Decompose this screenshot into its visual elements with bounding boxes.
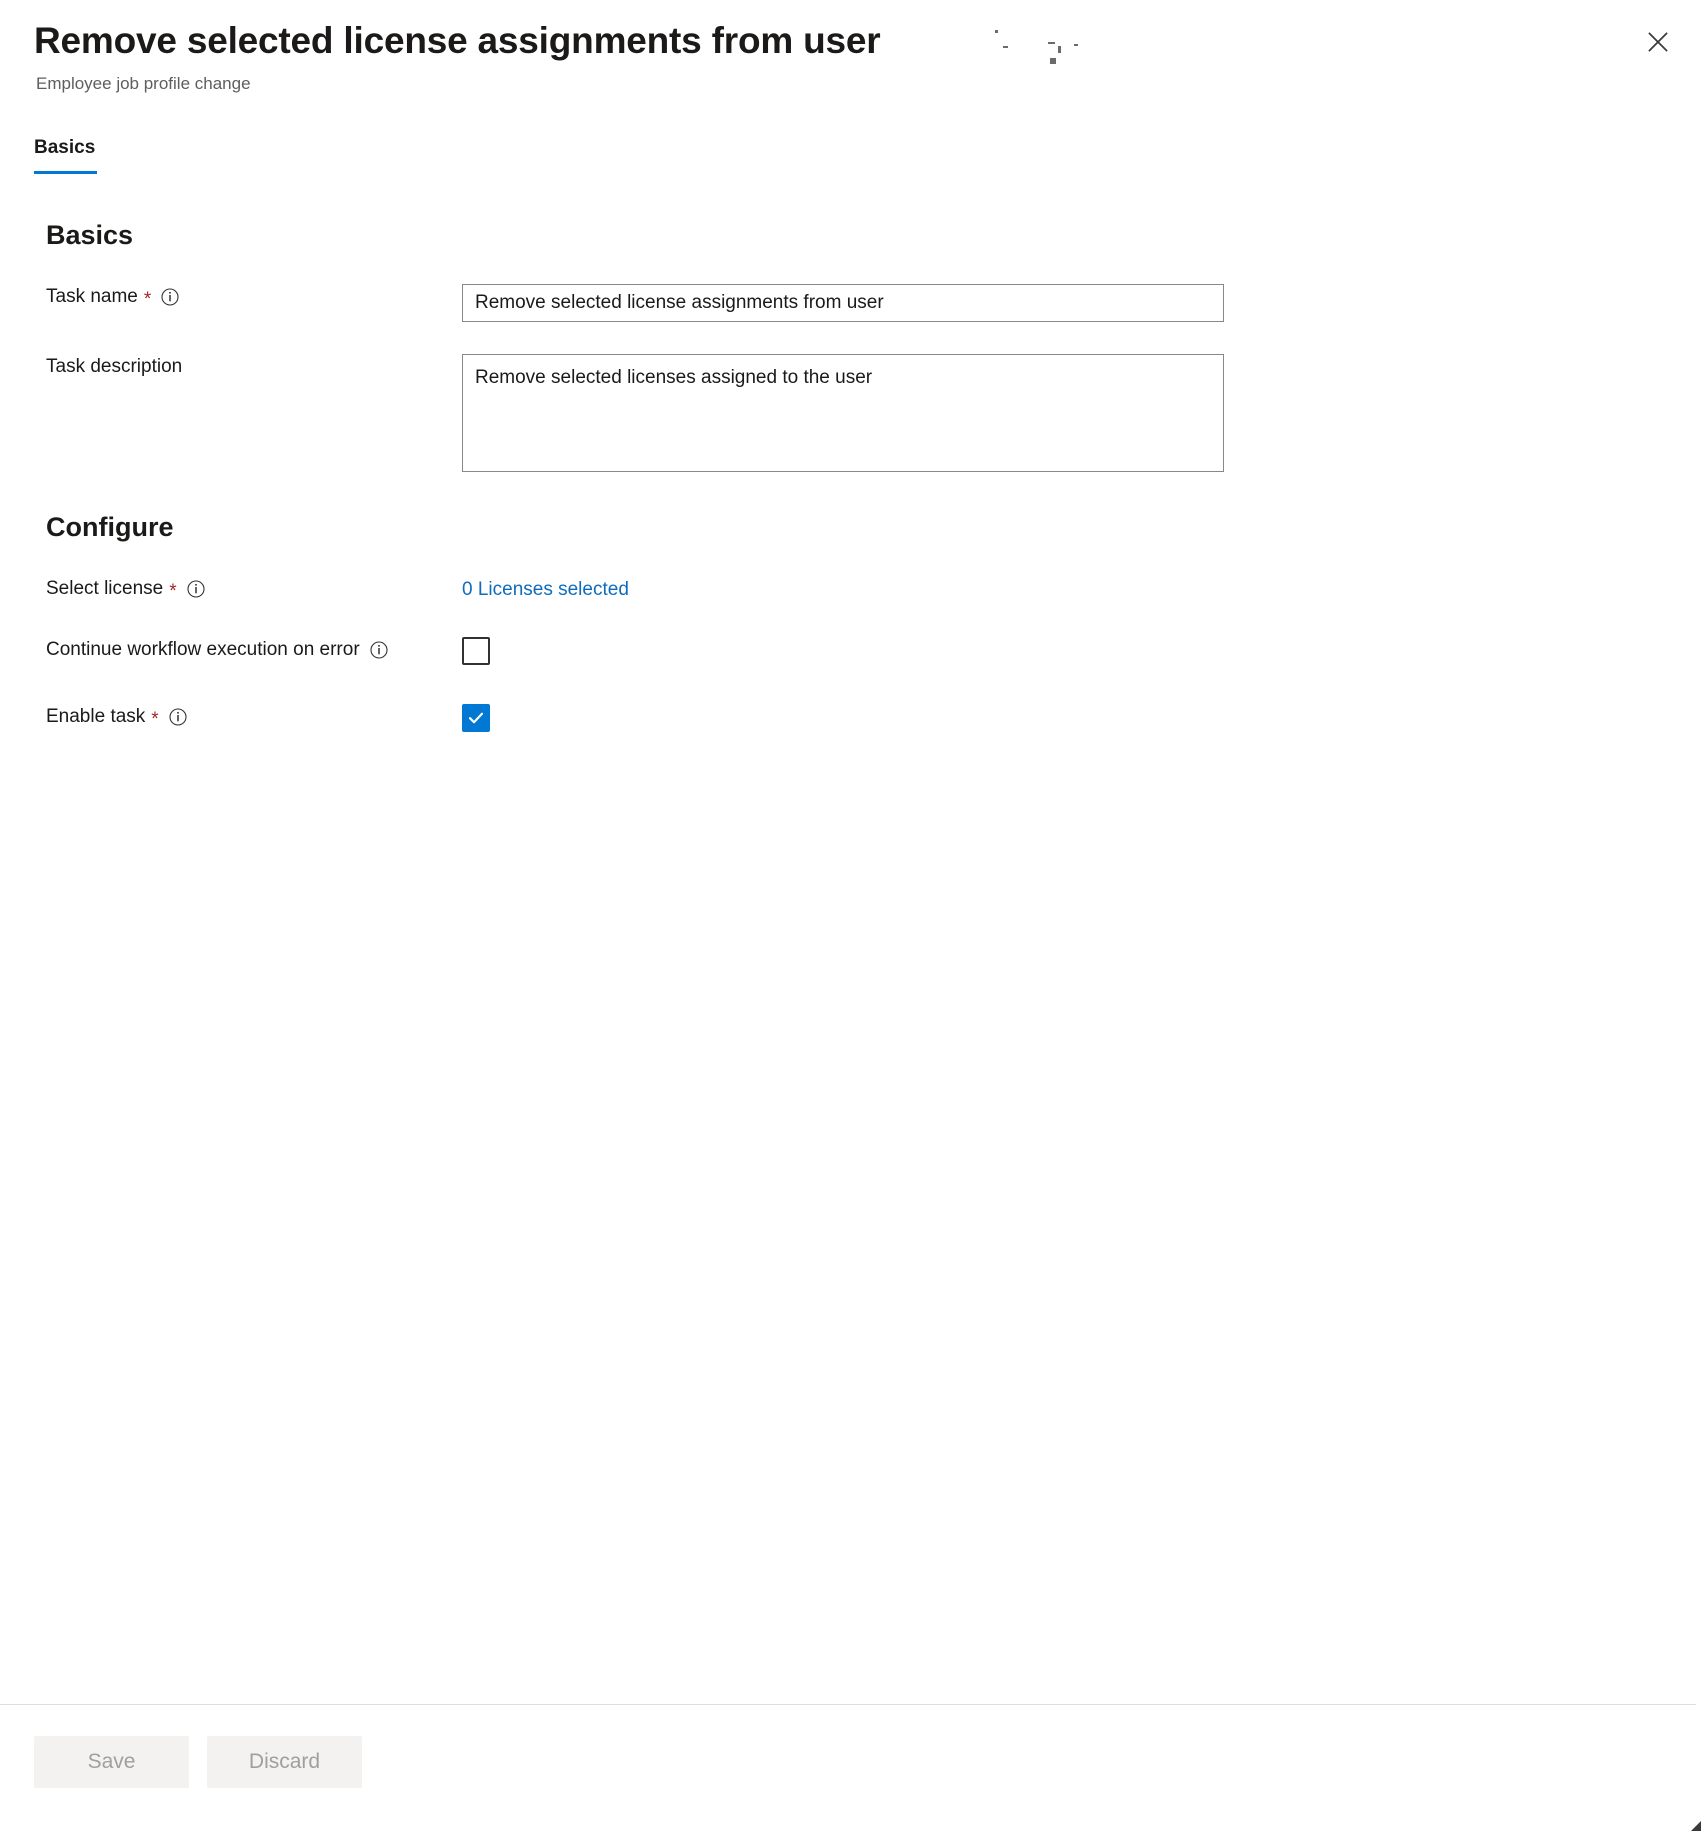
blade-body: Basics Task name * Task de	[0, 174, 1706, 1704]
info-icon[interactable]	[161, 288, 179, 306]
label-enable-task-text: Enable task	[46, 706, 146, 727]
label-select-license: Select license *	[34, 576, 462, 602]
label-select-license-text: Select license	[46, 578, 164, 599]
page-title: Remove selected license assignments from…	[34, 20, 881, 61]
control-continue-on-error	[462, 637, 1672, 670]
label-task-name-text: Task name	[46, 286, 138, 307]
close-button[interactable]	[1636, 20, 1680, 64]
blade-header: Remove selected license assignments from…	[0, 0, 1706, 96]
form-row-select-license: Select license * 0 Licenses selected	[34, 576, 1672, 603]
control-task-description	[462, 354, 1672, 472]
licenses-selected-link[interactable]: 0 Licenses selected	[462, 576, 629, 603]
form-row-enable-task: Enable task *	[34, 704, 1672, 733]
page-subtitle: Employee job profile change	[36, 74, 251, 93]
tab-basics[interactable]: Basics	[34, 136, 101, 174]
save-button[interactable]: Save	[34, 1736, 189, 1788]
info-icon[interactable]	[169, 708, 187, 726]
control-enable-task	[462, 704, 1672, 733]
label-continue-on-error: Continue workflow execution on error	[34, 637, 462, 663]
info-icon[interactable]	[187, 580, 205, 598]
required-asterisk: *	[169, 581, 177, 602]
label-task-description: Task description	[34, 354, 462, 380]
footer-divider	[0, 1704, 1696, 1705]
discard-button[interactable]: Discard	[207, 1736, 362, 1788]
required-asterisk: *	[143, 289, 152, 310]
title-row: Remove selected license assignments from…	[34, 18, 1706, 64]
label-task-description-text: Task description	[46, 356, 183, 377]
control-task-name	[462, 284, 1672, 322]
label-enable-task: Enable task *	[34, 704, 462, 730]
info-icon[interactable]	[370, 641, 388, 659]
form-row-task-name: Task name *	[34, 284, 1672, 322]
resize-grip-icon[interactable]	[1686, 1816, 1702, 1832]
close-icon	[1645, 29, 1671, 55]
required-asterisk: *	[151, 709, 159, 730]
form-row-continue-on-error: Continue workflow execution on error	[34, 637, 1672, 670]
footer-buttons: Save Discard	[34, 1736, 1706, 1788]
form-row-task-description: Task description	[34, 354, 1672, 472]
section-heading-configure: Configure	[46, 512, 174, 542]
control-select-license: 0 Licenses selected	[462, 576, 1672, 603]
label-task-name: Task name *	[34, 284, 462, 310]
continue-on-error-checkbox[interactable]	[462, 637, 490, 665]
section-heading-basics: Basics	[46, 220, 134, 250]
tab-strip: Basics	[34, 136, 1706, 174]
blade-panel: Remove selected license assignments from…	[0, 0, 1706, 1834]
blade-footer: Save Discard	[0, 1704, 1706, 1834]
enable-task-checkbox[interactable]	[462, 704, 490, 732]
label-continue-on-error-text: Continue workflow execution on error	[46, 639, 360, 660]
task-description-textarea[interactable]	[462, 354, 1224, 472]
task-name-input[interactable]	[462, 284, 1224, 322]
